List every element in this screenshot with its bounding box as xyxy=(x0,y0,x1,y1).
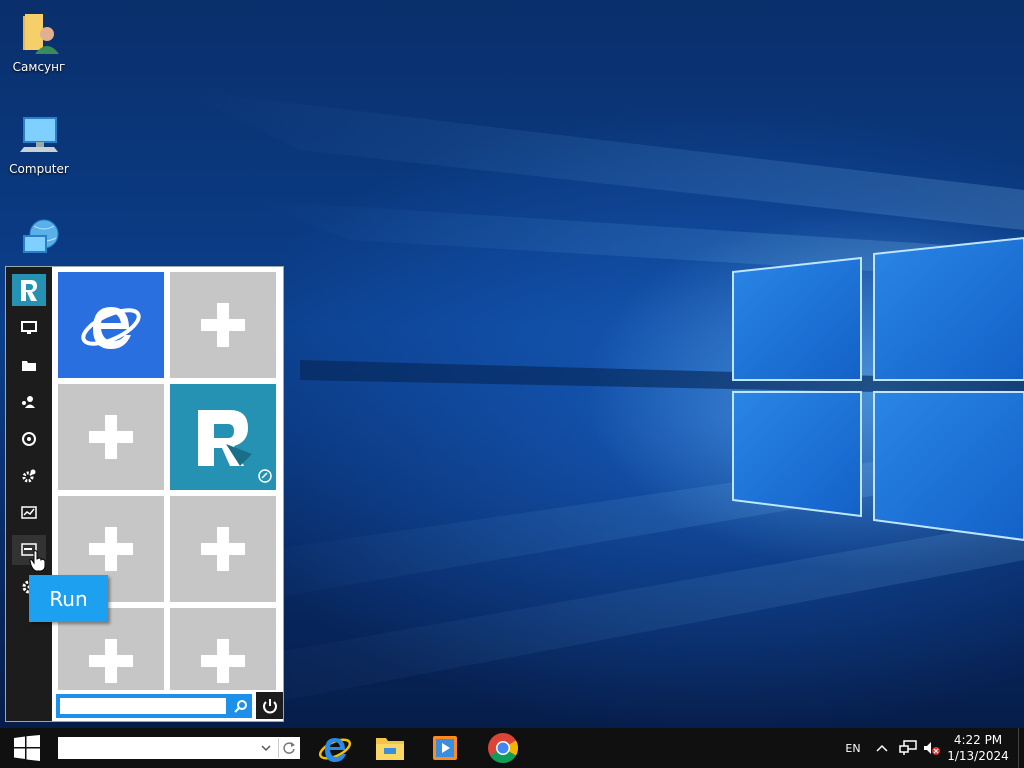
start-button[interactable] xyxy=(0,728,54,768)
hand-cursor-icon xyxy=(29,550,46,572)
tile-internet-explorer[interactable] xyxy=(58,272,164,378)
rail-task-manager-button[interactable] xyxy=(12,498,46,528)
start-search-row xyxy=(54,691,284,721)
taskbar-file-explorer[interactable] xyxy=(368,730,412,766)
desktop-icon-network[interactable] xyxy=(0,216,78,264)
remote-app-logo-icon xyxy=(12,274,46,306)
search-icon xyxy=(234,700,247,713)
language-indicator[interactable]: EN xyxy=(840,728,866,768)
plus-icon xyxy=(201,639,245,683)
plus-icon xyxy=(89,639,133,683)
volume-tray-button[interactable] xyxy=(921,728,943,768)
clock-date: 1/13/2024 xyxy=(947,749,1009,763)
tile-grid xyxy=(58,272,280,690)
power-button[interactable] xyxy=(256,692,283,719)
plus-icon xyxy=(201,527,245,571)
remote-app-logo-icon xyxy=(198,410,272,483)
taskbar-internet-explorer[interactable] xyxy=(313,730,357,766)
taskbar-media-player[interactable] xyxy=(423,730,467,766)
start-search-button[interactable] xyxy=(230,694,252,718)
plus-icon xyxy=(89,415,133,459)
tile-add[interactable] xyxy=(170,272,276,378)
taskbar-chrome[interactable] xyxy=(481,730,525,766)
desktop-icon-label: Computer xyxy=(9,162,69,176)
internet-explorer-icon xyxy=(81,307,141,349)
language-label: EN xyxy=(845,741,861,755)
taskbar-search-refresh[interactable] xyxy=(278,738,298,758)
tile-remote-app[interactable] xyxy=(170,384,276,490)
rail-desktop-button[interactable] xyxy=(12,313,46,343)
internet-explorer-icon xyxy=(318,738,352,762)
rail-network-button[interactable] xyxy=(12,424,46,454)
desktop-icon-computer[interactable]: Computer xyxy=(0,114,78,176)
rail-control-panel-button[interactable] xyxy=(12,461,46,491)
taskbar: EN 4:22 PM 1/13/2024 xyxy=(0,728,1024,768)
desktop-icon-label: Самсунг xyxy=(12,60,66,74)
network-globe-icon xyxy=(22,432,36,446)
tile-add[interactable] xyxy=(170,496,276,602)
start-menu xyxy=(5,266,284,722)
computer-icon xyxy=(20,117,58,152)
plus-icon xyxy=(201,303,245,347)
clock-time: 4:22 PM xyxy=(953,733,1003,747)
user-folder-icon xyxy=(23,14,59,54)
tile-add[interactable] xyxy=(58,384,164,490)
start-search-box xyxy=(56,694,252,718)
chevron-up-icon xyxy=(876,744,888,752)
media-player-icon xyxy=(433,736,457,760)
folder-icon xyxy=(22,361,36,371)
volume-muted-icon xyxy=(924,742,940,755)
rail-app-logo-button[interactable] xyxy=(12,274,46,306)
gears-icon xyxy=(22,469,36,483)
chart-icon xyxy=(21,506,37,519)
power-icon xyxy=(262,698,277,713)
windows-logo-icon xyxy=(14,735,40,761)
monitor-icon xyxy=(21,321,37,334)
chrome-icon xyxy=(488,733,519,764)
chevron-down-icon xyxy=(261,745,271,752)
run-tooltip: Run xyxy=(29,575,108,622)
start-search-input[interactable] xyxy=(60,698,226,714)
show-hidden-icons-button[interactable] xyxy=(872,728,892,768)
tile-add[interactable] xyxy=(170,608,276,690)
file-explorer-icon xyxy=(376,738,404,760)
taskbar-search-dropdown[interactable] xyxy=(258,740,274,756)
desktop-icon-user-folder[interactable]: Самсунг xyxy=(0,12,78,74)
start-rail xyxy=(6,267,52,721)
taskbar-search-input[interactable] xyxy=(60,739,256,757)
network-icon xyxy=(23,219,59,253)
plus-icon xyxy=(89,527,133,571)
network-wired-icon xyxy=(899,740,917,755)
refresh-icon xyxy=(282,742,295,754)
show-desktop-button[interactable] xyxy=(1018,728,1024,768)
rail-users-button[interactable] xyxy=(12,387,46,417)
clock[interactable]: 4:22 PM 1/13/2024 xyxy=(944,732,1012,764)
taskbar-search-box xyxy=(58,737,300,759)
rail-explorer-button[interactable] xyxy=(12,350,46,380)
network-tray-button[interactable] xyxy=(897,728,919,768)
users-icon xyxy=(22,396,35,408)
